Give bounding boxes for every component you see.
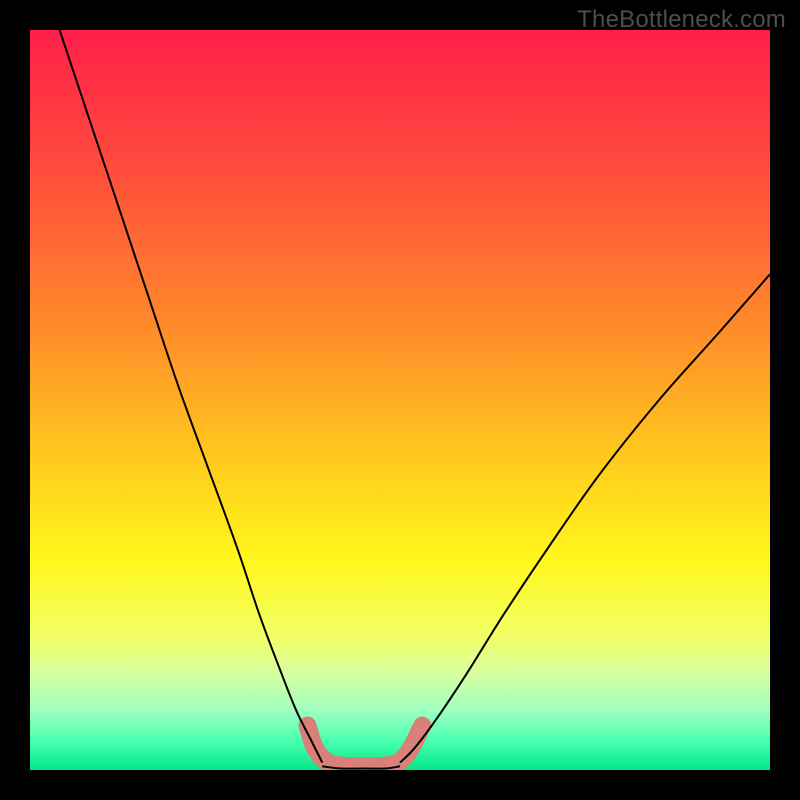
chart-frame: TheBottleneck.com <box>0 0 800 800</box>
watermark-text: TheBottleneck.com <box>577 6 786 34</box>
curve-layer <box>30 30 770 770</box>
left-branch <box>60 30 323 763</box>
bottom-highlight <box>308 726 423 767</box>
right-branch <box>400 274 770 762</box>
plot-area <box>30 30 770 770</box>
